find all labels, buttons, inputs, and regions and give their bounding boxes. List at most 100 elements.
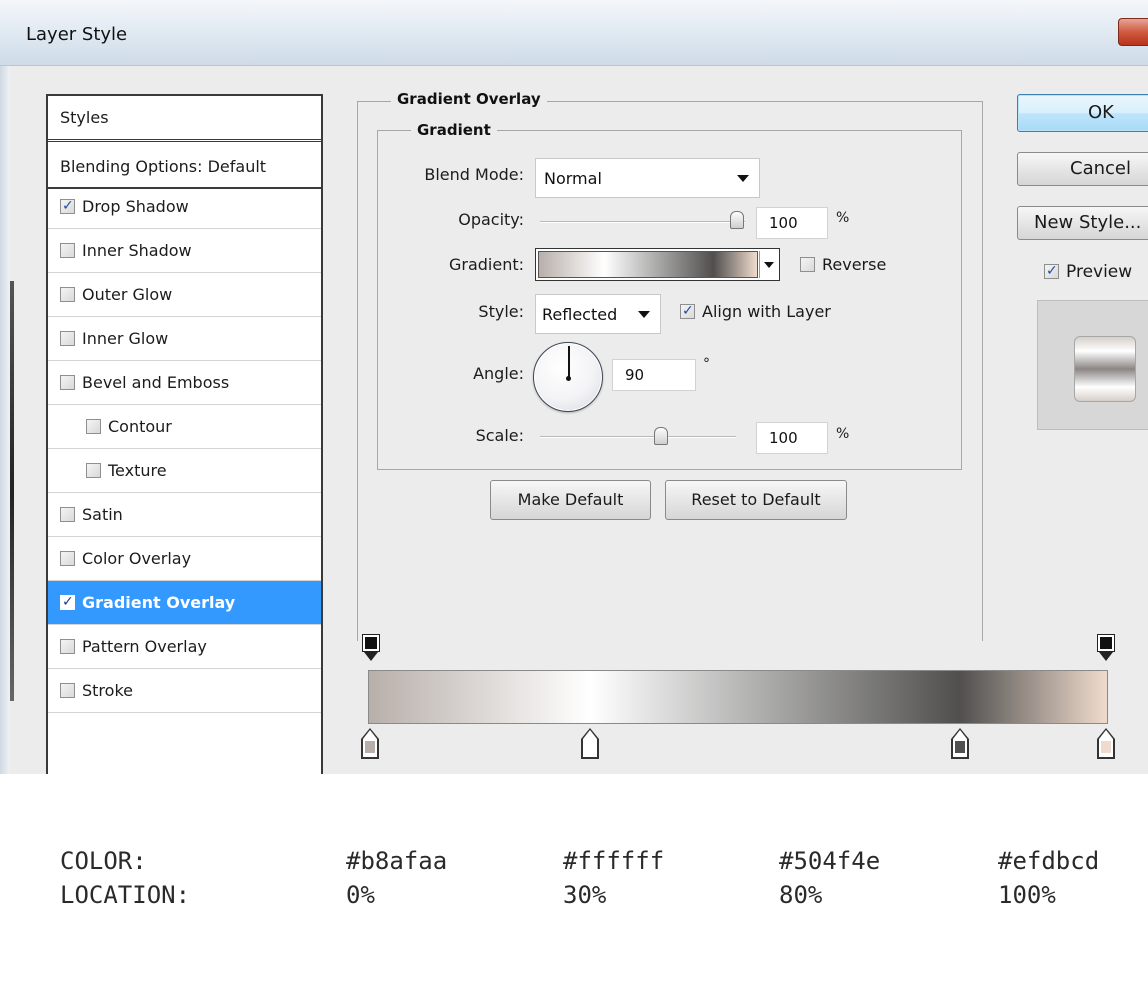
align-with-layer-checkbox[interactable]: Align with Layer [680,301,831,321]
color-stop[interactable] [1096,728,1116,760]
gradient-swatch[interactable] [538,251,758,278]
style-item-label: Pattern Overlay [82,637,207,656]
angle-needle [568,346,570,378]
legend-location-value: 30% [563,881,607,909]
title-bar: Layer Style [0,0,1148,66]
angle-center-dot [566,376,571,381]
opacity-input[interactable]: 100 [756,207,828,239]
style-item-label: Gradient Overlay [82,593,236,612]
style-value: Reflected [542,305,618,324]
style-item-checkbox[interactable] [60,287,75,302]
opacity-stop-left[interactable] [362,634,380,662]
style-item-checkbox[interactable] [60,243,75,258]
style-item-checkbox[interactable] [60,507,75,522]
style-item-label: Texture [108,461,167,480]
group-title: Gradient [411,121,497,139]
style-item-inner-shadow[interactable]: Inner Shadow [48,229,321,273]
color-stop[interactable] [580,728,600,760]
opacity-slider-track[interactable] [540,221,745,223]
opacity-label: Opacity: [458,210,524,229]
styles-list: Styles Blending Options: Default Drop Sh… [46,94,323,774]
style-item-label: Bevel and Emboss [82,373,230,392]
reset-to-default-button[interactable]: Reset to Default [665,480,847,520]
style-item-checkbox[interactable] [86,419,101,434]
scale-slider-thumb[interactable] [654,427,668,445]
color-stop[interactable] [950,728,970,760]
style-item-checkbox[interactable] [60,639,75,654]
window-title: Layer Style [26,24,128,45]
preview-checkbox[interactable]: Preview [1044,261,1133,282]
style-item-checkbox[interactable] [60,196,75,216]
style-item-drop-shadow[interactable]: Drop Shadow [48,185,321,229]
preview-swatch [1074,336,1136,402]
style-item-label: Color Overlay [82,549,192,568]
reverse-checkbox-box[interactable] [800,257,815,272]
align-with-layer-label: Align with Layer [702,302,831,321]
style-item-label: Drop Shadow [82,197,189,216]
style-item-label: Inner Glow [82,329,169,348]
style-item-label: Stroke [82,681,133,700]
scale-slider-track[interactable] [540,436,736,438]
angle-label: Angle: [473,364,524,383]
gradient-label: Gradient: [448,255,524,274]
style-item-satin[interactable]: Satin [48,493,321,537]
gradient-picker[interactable] [535,248,780,281]
gradient-dropdown-arrow[interactable] [759,251,777,278]
style-item-checkbox[interactable] [60,551,75,566]
preview-thumbnail [1037,300,1148,430]
opacity-stop-right[interactable] [1097,634,1115,662]
style-item-gradient-overlay[interactable]: Gradient Overlay [48,581,321,625]
cancel-button[interactable]: Cancel [1017,152,1148,186]
make-default-button[interactable]: Make Default [490,480,651,520]
style-item-bevel-and-emboss[interactable]: Bevel and Emboss [48,361,321,405]
legend-color-value: #ffffff [563,847,665,875]
angle-input[interactable]: 90 [612,359,696,391]
style-item-contour[interactable]: Contour [48,405,321,449]
scale-input[interactable]: 100 [756,422,828,454]
style-item-color-overlay[interactable]: Color Overlay [48,537,321,581]
style-item-stroke[interactable]: Stroke [48,669,321,713]
style-item-texture[interactable]: Texture [48,449,321,493]
preview-label: Preview [1066,262,1133,282]
legend-location-value: 80% [779,881,823,909]
style-item-label: Inner Shadow [82,241,192,260]
style-item-checkbox[interactable] [60,592,75,612]
opacity-unit: % [836,210,850,226]
style-select[interactable]: Reflected [535,294,661,334]
style-item-checkbox[interactable] [60,683,75,698]
styles-header[interactable]: Styles [48,96,321,142]
style-item-checkbox[interactable] [60,331,75,346]
blending-options-item[interactable]: Blending Options: Default [48,145,321,189]
close-button[interactable] [1118,18,1148,46]
style-item-checkbox[interactable] [60,375,75,390]
legend-color-value: #504f4e [779,847,881,875]
style-item-label: Outer Glow [82,285,173,304]
style-label: Style: [478,302,524,321]
style-item-inner-glow[interactable]: Inner Glow [48,317,321,361]
angle-dial[interactable] [533,342,603,412]
legend-color-value: #efdbcd [998,847,1100,875]
scale-unit: % [836,426,850,442]
style-item-label: Contour [108,417,172,436]
style-item-checkbox[interactable] [86,463,101,478]
new-style-button[interactable]: New Style... [1017,206,1148,240]
opacity-slider-thumb[interactable] [730,211,744,229]
chevron-down-icon [638,311,650,318]
preview-checkbox-box[interactable] [1044,261,1059,281]
style-item-label: Satin [82,505,123,524]
blend-mode-value: Normal [544,169,602,188]
blend-mode-select[interactable]: Normal [535,158,760,198]
gradient-editor-bar[interactable] [368,670,1108,724]
layer-style-dialog: Styles Blending Options: Default Drop Sh… [0,66,1148,774]
section-title: Gradient Overlay [391,90,547,108]
style-item-outer-glow[interactable]: Outer Glow [48,273,321,317]
legend-color-label: COLOR: [60,847,147,875]
ok-button[interactable]: OK [1017,94,1148,132]
chevron-down-icon [737,175,749,182]
reverse-checkbox[interactable]: Reverse [800,255,886,274]
reverse-label: Reverse [822,255,887,274]
scale-label: Scale: [475,426,524,445]
color-stop[interactable] [360,728,380,760]
style-item-pattern-overlay[interactable]: Pattern Overlay [48,625,321,669]
align-with-layer-checkbox-box[interactable] [680,301,695,321]
